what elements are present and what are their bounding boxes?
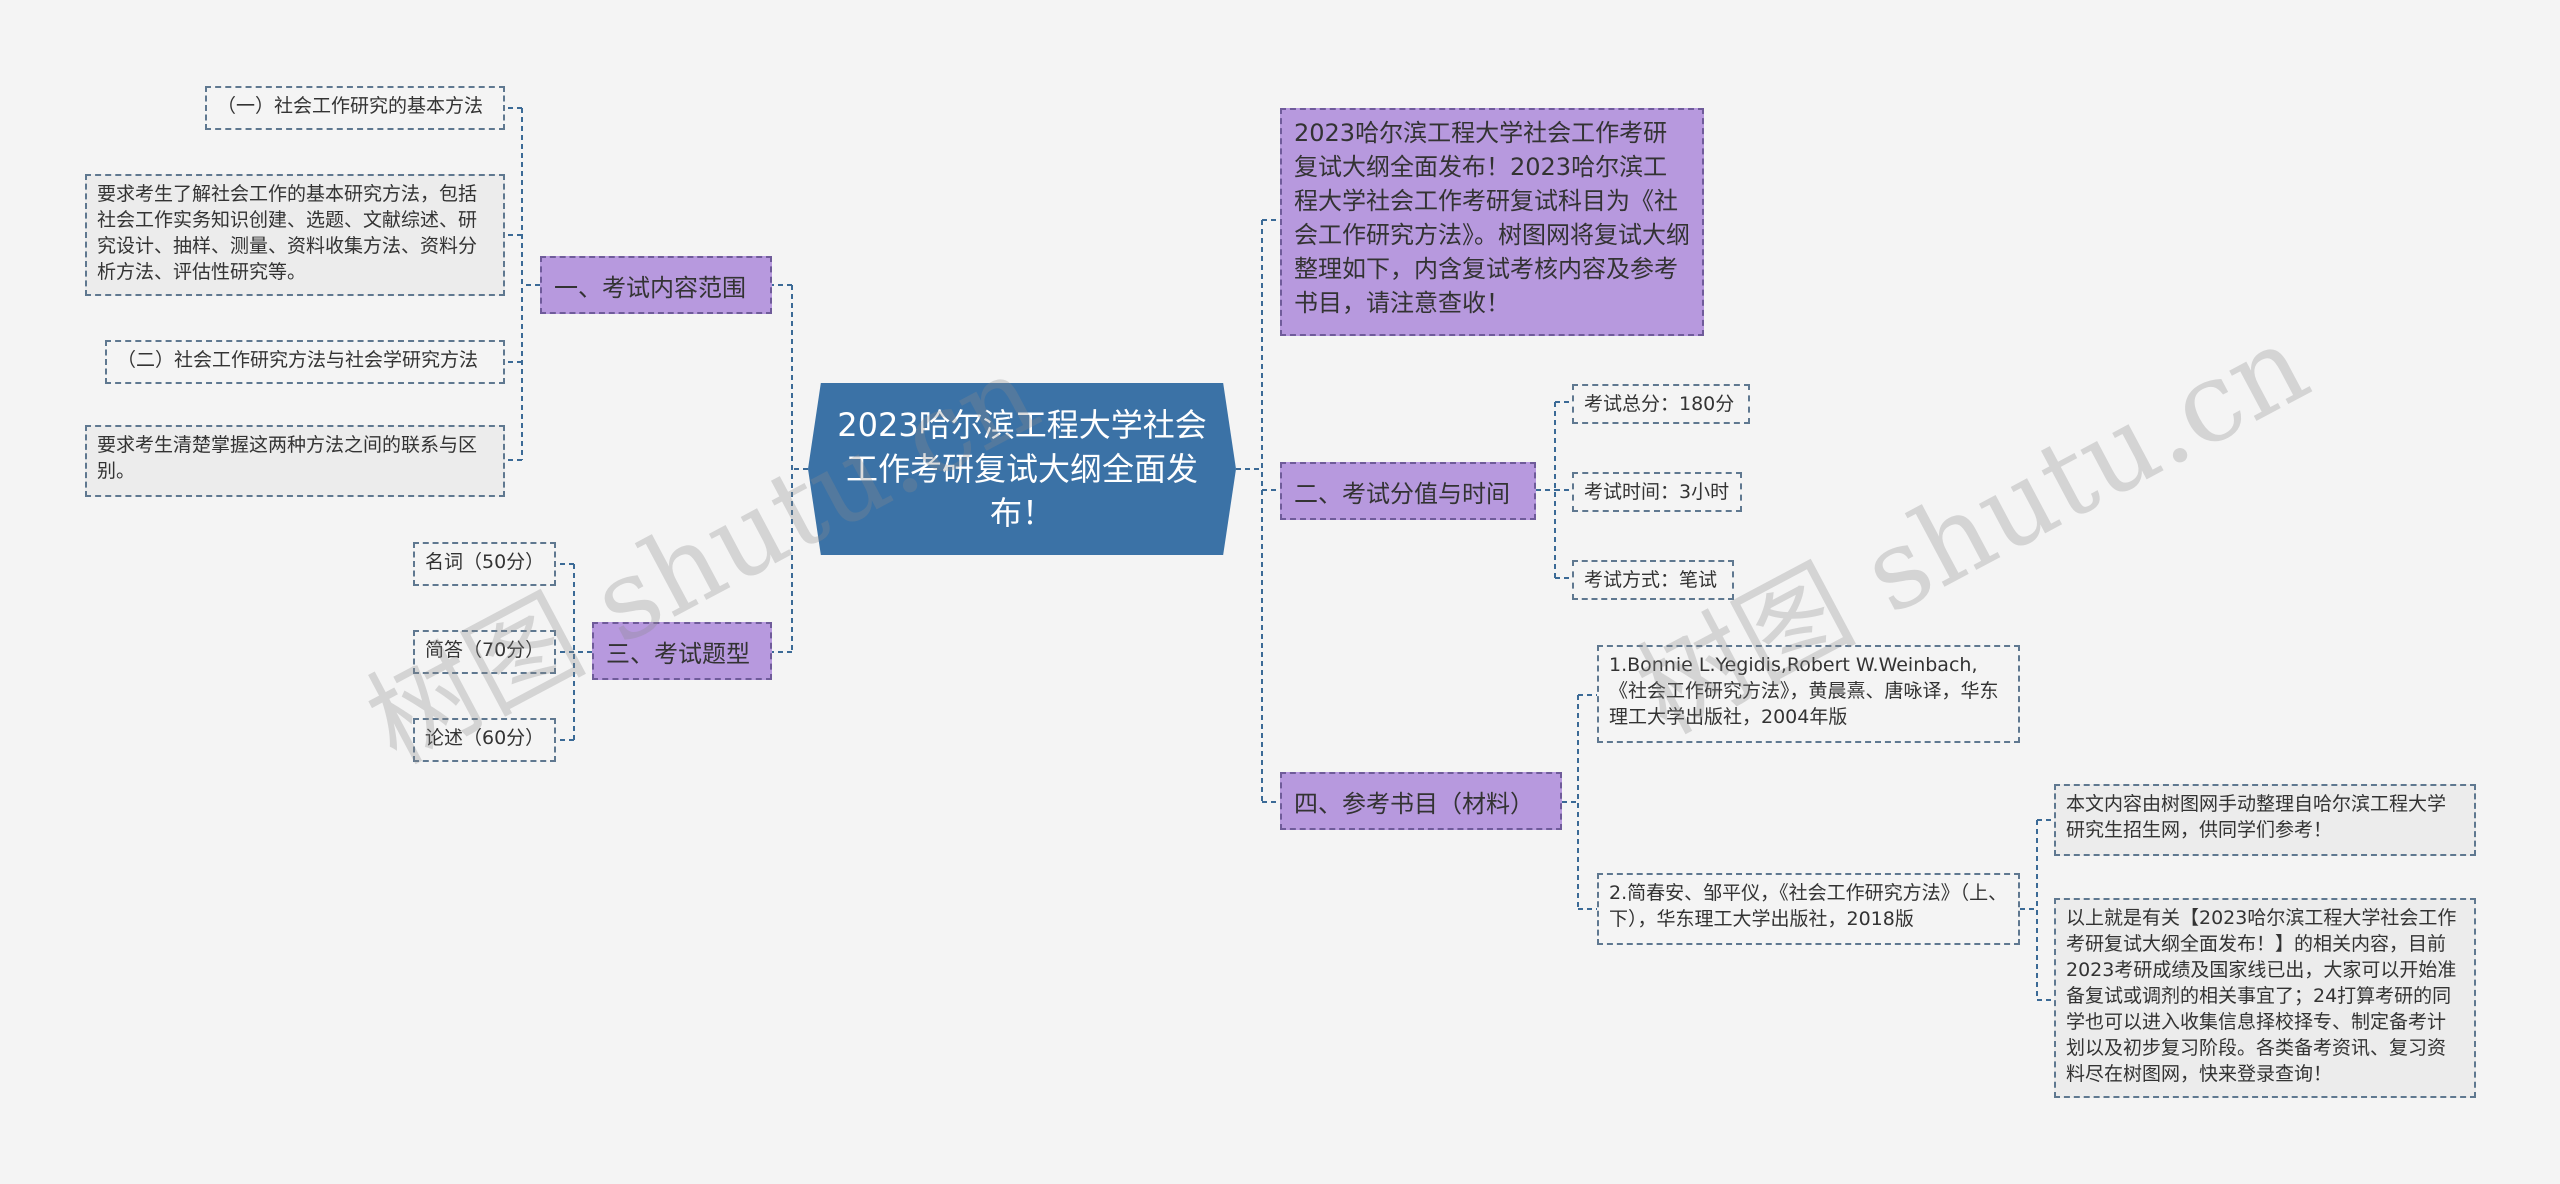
branch-books-label: 四、参考书目（材料）	[1294, 789, 1534, 818]
book-item-2[interactable]: 2.简春安、邹平仪，《社会工作研究方法》（上、下），华东理工大学出版社，2018…	[1597, 873, 2020, 945]
scope-item-2[interactable]: 要求考生了解社会工作的基本研究方法，包括社会工作实务知识创建、选题、文献综述、研…	[85, 174, 505, 296]
scope-item-3[interactable]: （二）社会工作研究方法与社会学研究方法	[105, 340, 505, 384]
score-time-leaf[interactable]: 考试时间：3小时	[1572, 472, 1742, 512]
scope-item-4[interactable]: 要求考生清楚掌握这两种方法之间的联系与区别。	[85, 425, 505, 497]
summary-note[interactable]: 以上就是有关【2023哈尔滨工程大学社会工作考研复试大纲全面发布！】的相关内容，…	[2054, 898, 2476, 1098]
branch-score-label: 二、考试分值与时间	[1294, 479, 1510, 508]
branch-scope-label: 一、考试内容范围	[554, 273, 746, 302]
branch-score-time[interactable]: 二、考试分值与时间	[1280, 462, 1536, 520]
mind-map-canvas: 2023哈尔滨工程大学社会工作考研复试大纲全面发布！ 2023哈尔滨工程大学社会…	[0, 0, 2560, 1184]
branch-scope[interactable]: 一、考试内容范围	[540, 256, 772, 314]
intro-text: 2023哈尔滨工程大学社会工作考研复试大纲全面发布！2023哈尔滨工程大学社会工…	[1294, 119, 1690, 317]
intro-node[interactable]: 2023哈尔滨工程大学社会工作考研复试大纲全面发布！2023哈尔滨工程大学社会工…	[1280, 108, 1704, 336]
scope-item-1[interactable]: （一）社会工作研究的基本方法	[205, 86, 505, 130]
source-note[interactable]: 本文内容由树图网手动整理自哈尔滨工程大学研究生招生网，供同学们参考！	[2054, 784, 2476, 856]
branch-books[interactable]: 四、参考书目（材料）	[1280, 772, 1562, 830]
score-total-leaf[interactable]: 考试总分：180分	[1572, 384, 1750, 424]
